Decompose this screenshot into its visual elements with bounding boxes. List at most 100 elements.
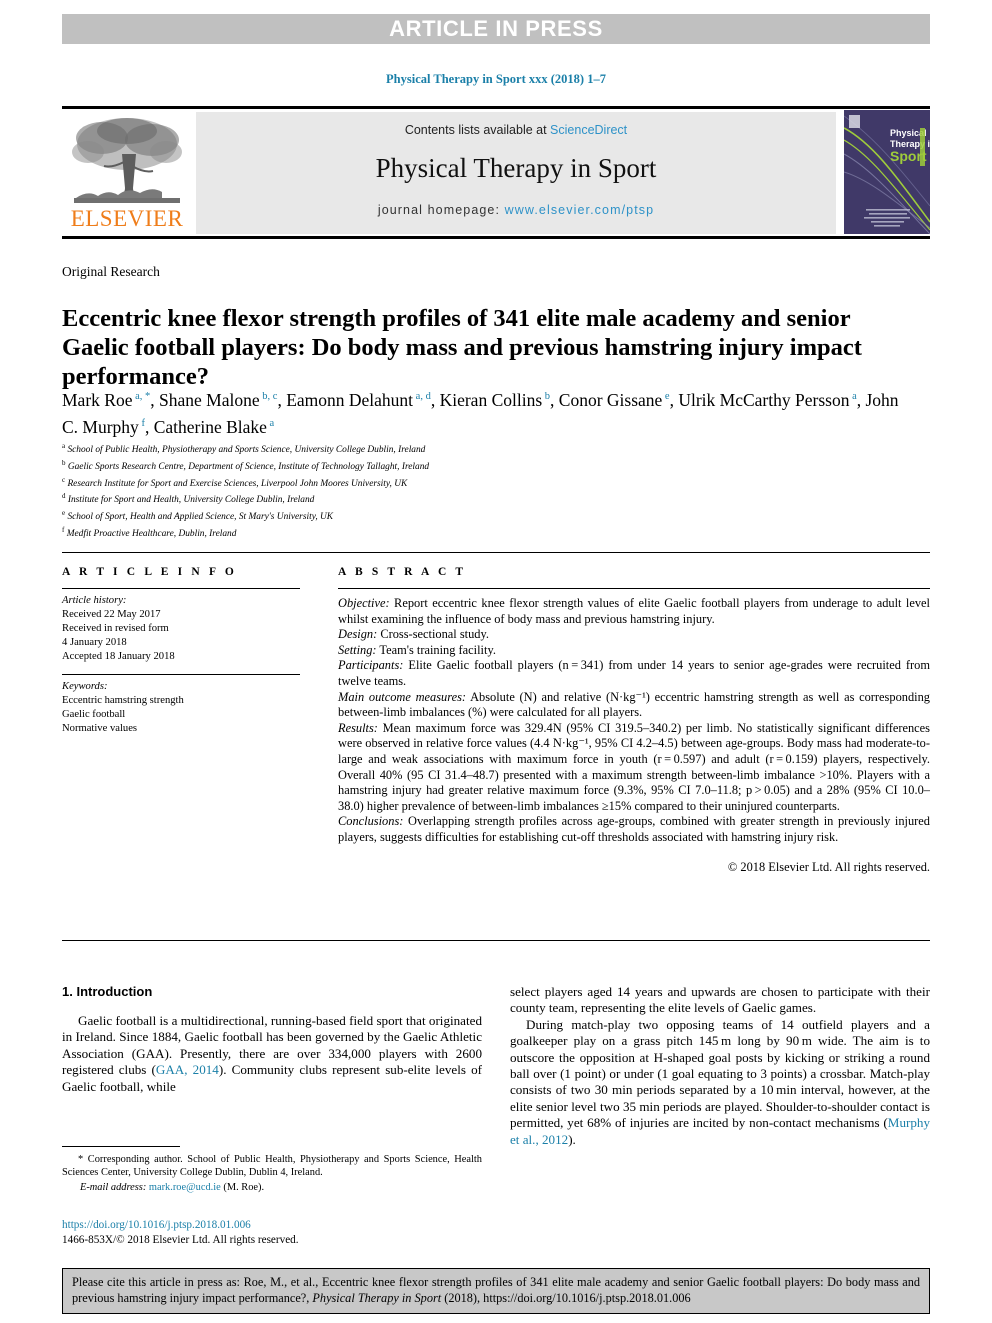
abstract-section: Design: Cross-sectional study. — [338, 627, 930, 643]
abstract-band-rule-top — [62, 552, 930, 553]
article-in-press-banner: ARTICLE IN PRESS — [62, 14, 930, 44]
journal-running-head: Physical Therapy in Sport xxx (2018) 1–7 — [386, 72, 606, 86]
article-history-label: Article history: — [62, 595, 127, 606]
masthead-rule-top — [62, 106, 930, 109]
abstract-section-label: Design: — [338, 627, 378, 642]
elsevier-logo: ELSEVIER — [62, 110, 192, 236]
keyword-item: Eccentric hamstring strength — [62, 695, 184, 706]
sciencedirect-link[interactable]: ScienceDirect — [550, 123, 627, 137]
abstract-section-label: Conclusions: — [338, 814, 404, 829]
abstract-section-label: Objective: — [338, 596, 390, 610]
doi-block: https://doi.org/10.1016/j.ptsp.2018.01.0… — [62, 1218, 482, 1247]
author-affiliation-marker: b — [542, 391, 551, 402]
author-name: Mark Roe — [62, 389, 133, 410]
author-affiliation-marker: e — [662, 391, 670, 402]
abstract-section-label: Participants: — [338, 658, 404, 673]
author-affiliation-marker: a — [266, 417, 275, 429]
keywords-rule — [62, 674, 300, 675]
masthead-rule-bottom — [62, 236, 930, 239]
email-label: E-mail address: — [80, 1181, 147, 1193]
footnote-divider — [62, 1146, 180, 1147]
affiliation-item: c Research Institute for Sport and Exerc… — [62, 474, 662, 491]
journal-homepage-link[interactable]: www.elsevier.com/ptsp — [505, 203, 655, 217]
abstract-section-label: Main outcome measures: — [338, 689, 467, 704]
author-name: Catherine Blake — [153, 416, 267, 437]
intro-paragraph-left: Gaelic football is a multidirectional, r… — [62, 1013, 482, 1095]
article-page: ARTICLE IN PRESS Physical Therapy in Spo… — [0, 0, 992, 1323]
journal-masthead: ELSEVIER Contents lists available at Sci… — [62, 110, 930, 236]
abstract-section: Setting: Team's training facility. — [338, 643, 930, 659]
abstract-copyright: © 2018 Elsevier Ltd. All rights reserved… — [727, 859, 930, 874]
affiliation-item: e School of Sport, Health and Applied Sc… — [62, 507, 662, 524]
affiliation-item: a School of Public Health, Physiotherapy… — [62, 440, 662, 457]
citation-link-gaa[interactable]: GAA, 2014 — [156, 1062, 219, 1077]
doi-link[interactable]: https://doi.org/10.1016/j.ptsp.2018.01.0… — [62, 1218, 482, 1233]
abstract-section-label: Results: — [338, 720, 378, 735]
affiliation-text: Institute for Sport and Health, Universi… — [65, 495, 315, 506]
article-history-line: Accepted 18 January 2018 — [62, 651, 175, 662]
keyword-item: Normative values — [62, 723, 138, 734]
journal-title: Physical Therapy in Sport — [375, 153, 657, 183]
article-info-rule — [62, 588, 300, 589]
affiliation-item: f Medfit Proactive Healthcare, Dublin, I… — [62, 524, 662, 541]
article-info-column: A R T I C L E I N F O Article history: R… — [62, 566, 300, 736]
email-link[interactable]: mark.roe@ucd.ie — [149, 1182, 221, 1193]
corresponding-author-text: * Corresponding author. School of Public… — [62, 1154, 482, 1179]
intro-right-column: select players aged 14 years and upwards… — [510, 984, 930, 1148]
elsevier-wordmark: ELSEVIER — [70, 206, 184, 231]
abstract-heading: A B S T R A C T — [338, 566, 467, 578]
author-name: Eamonn Delahunt — [286, 389, 414, 410]
author-name: Shane Malone — [159, 389, 260, 410]
abstract-section-text: Report eccentric knee flexor strength va… — [338, 596, 930, 626]
journal-homepage-line: journal homepage: www.elsevier.com/ptsp — [196, 203, 836, 217]
affiliation-item: b Gaelic Sports Research Centre, Departm… — [62, 457, 662, 474]
author-affiliation-marker: a — [849, 391, 857, 402]
email-line: E-mail address: mark.roe@ucd.ie (M. Roe)… — [62, 1181, 482, 1194]
abstract-section-text: Overlapping strength profiles across age… — [338, 814, 930, 844]
email-suffix: (M. Roe). — [220, 1181, 265, 1193]
affiliation-text: School of Sport, Health and Applied Scie… — [65, 512, 334, 523]
page-title: Eccentric knee flexor strength profiles … — [62, 305, 862, 391]
abstract-section-text: Elite Gaelic football players (n = 341) … — [338, 658, 930, 688]
masthead-center-box: Contents lists available at ScienceDirec… — [196, 112, 836, 234]
author-affiliation-marker: a, * — [132, 391, 151, 402]
article-in-press-label: ARTICLE IN PRESS — [389, 16, 603, 41]
abstract-section: Objective: Report eccentric knee flexor … — [338, 596, 930, 627]
contents-prefix: Contents lists available at — [404, 123, 551, 137]
abstract-rule — [338, 588, 930, 589]
abstract-column: A B S T R A C T Objective: Report eccent… — [338, 566, 930, 875]
keyword-item: Gaelic football — [62, 709, 126, 720]
journal-cover-art: Physical Therapy in Sport — [844, 110, 930, 234]
cite-suffix: (2018), https://doi.org/10.1016/j.ptsp.2… — [441, 1290, 691, 1305]
abstract-section-text: Cross-sectional study. — [377, 627, 489, 642]
intro-text-right-a: During match-play two opposing teams of … — [510, 1016, 930, 1131]
intro-heading: 1. Introduction — [62, 984, 153, 999]
article-history-line: Received 22 May 2017 — [62, 609, 161, 620]
affiliation-item: d Institute for Sport and Health, Univer… — [62, 490, 662, 507]
affiliation-text: Gaelic Sports Research Centre, Departmen… — [65, 461, 430, 472]
intro-paragraph-right-2: During match-play two opposing teams of … — [510, 1017, 930, 1148]
keywords-label: Keywords: — [62, 681, 108, 692]
abstract-section-text: Team's training facility. — [376, 642, 496, 657]
author-list: Mark Roe a, *, Shane Malone b, c, Eamonn… — [62, 389, 899, 437]
article-info-heading: A R T I C L E I N F O — [62, 566, 237, 578]
issn-copyright-line: 1466-853X/© 2018 Elsevier Ltd. All right… — [62, 1233, 299, 1246]
abstract-section: Main outcome measures: Absolute (N) and … — [338, 690, 930, 721]
author-affiliation-marker: b, c — [259, 391, 278, 402]
corresponding-author-footnote: * Corresponding author. School of Public… — [62, 1146, 482, 1194]
abstract-section: Results: Mean maximum force was 329.4N (… — [338, 721, 930, 815]
author-affiliation-marker: f — [138, 417, 145, 429]
abstract-section: Participants: Elite Gaelic football play… — [338, 658, 930, 689]
journal-cover-thumbnail: Physical Therapy in Sport — [844, 110, 930, 234]
abstract-section-label: Setting: — [338, 642, 377, 657]
contents-lists-line: Contents lists available at ScienceDirec… — [196, 123, 836, 137]
abstract-section: Conclusions: Overlapping strength profil… — [338, 814, 930, 845]
affiliation-text: Medfit Proactive Healthcare, Dublin, Ire… — [64, 529, 237, 540]
article-history-line: Received in revised form — [62, 623, 169, 634]
affiliation-text: Research Institute for Sport and Exercis… — [65, 478, 408, 489]
author-name: Ulrik McCarthy Persson — [678, 389, 850, 410]
abstract-body: Objective: Report eccentric knee flexor … — [338, 596, 930, 846]
abstract-band-rule-bottom — [62, 940, 930, 941]
affiliation-text: School of Public Health, Physiotherapy a… — [65, 445, 426, 456]
author-name: Kieran Collins — [439, 389, 543, 410]
